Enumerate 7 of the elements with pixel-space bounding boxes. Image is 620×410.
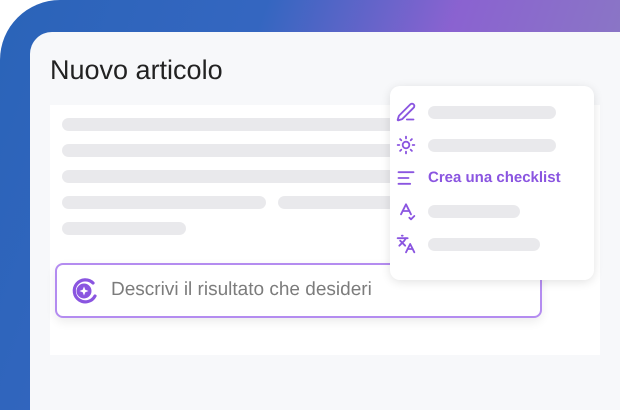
prompt-field[interactable]: Descrivi il risultato che desideri xyxy=(55,263,542,318)
translate-icon xyxy=(396,234,416,254)
menu-item[interactable]: Crea una checklist xyxy=(428,166,561,190)
page-title: Nuovo articolo xyxy=(50,54,224,87)
sun-icon xyxy=(396,135,416,155)
prompt-input[interactable]: Descrivi il risultato che desideri xyxy=(111,276,528,305)
pen-icon xyxy=(396,102,416,122)
